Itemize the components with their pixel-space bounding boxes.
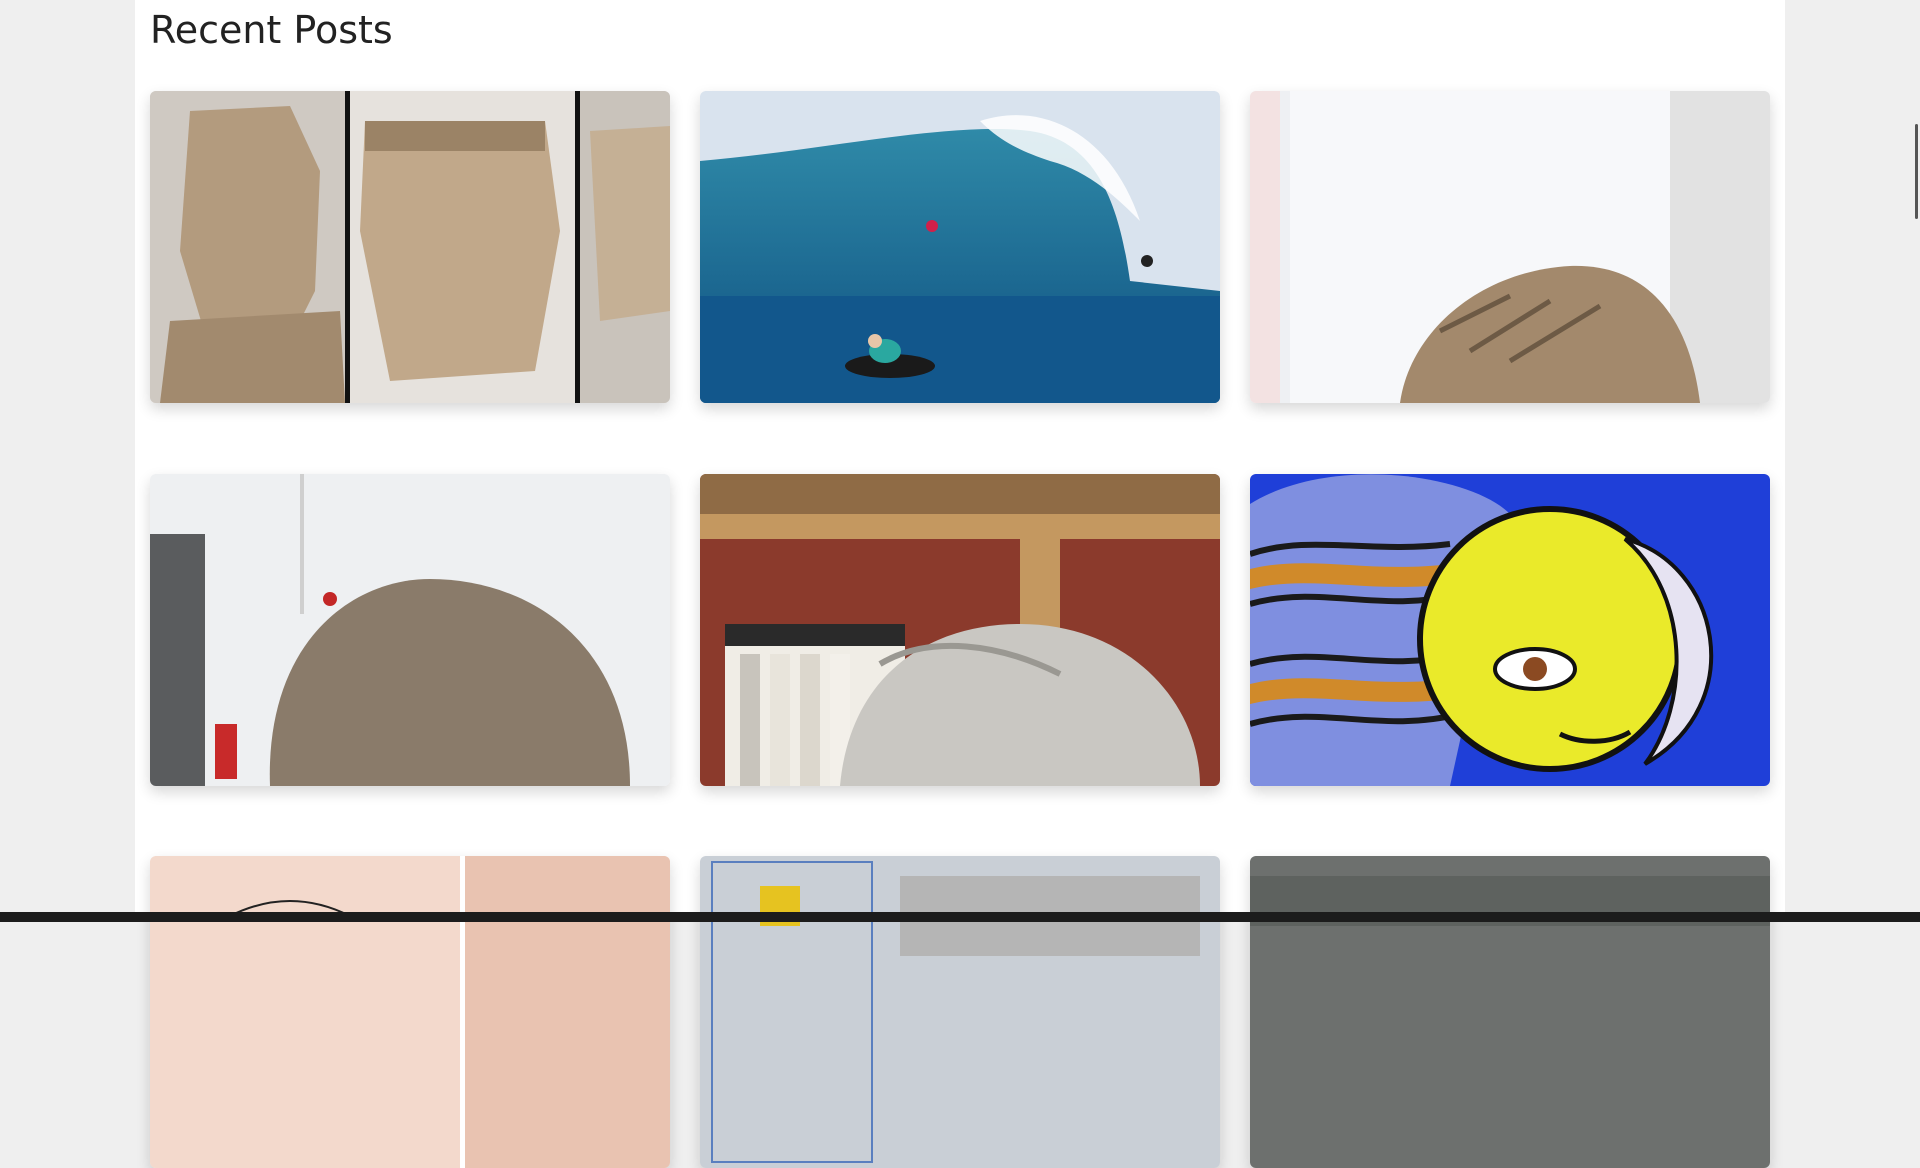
post-image (700, 474, 1220, 786)
post-card-surfers-wave[interactable] (700, 91, 1220, 403)
post-image (700, 91, 1220, 403)
scrollbar-thumb[interactable] (1915, 124, 1918, 219)
post-image (150, 856, 670, 1168)
post-image (1250, 856, 1770, 1168)
scrollbar[interactable] (1910, 0, 1920, 912)
post-image (700, 856, 1220, 1168)
post-card-clay-head[interactable] (150, 474, 670, 786)
post-card-stained-glass-sun-moon[interactable] (1250, 474, 1770, 786)
post-image (1250, 474, 1770, 786)
post-image (1250, 91, 1770, 403)
section-title: Recent Posts (150, 8, 393, 52)
post-card-clay-bust-bookshelf[interactable] (700, 474, 1220, 786)
post-image (150, 91, 670, 403)
post-card-cardboard-heads[interactable] (150, 91, 670, 403)
bottom-bar (0, 912, 1920, 922)
post-image (150, 474, 670, 786)
post-card-cardboard-head-window[interactable] (1250, 91, 1770, 403)
post-card-stone-texture[interactable] (1250, 856, 1770, 1168)
main-content: Recent Posts (135, 0, 1785, 1168)
post-card-yellow-sculpture[interactable] (700, 856, 1220, 1168)
post-card-face-sketch[interactable] (150, 856, 670, 1168)
